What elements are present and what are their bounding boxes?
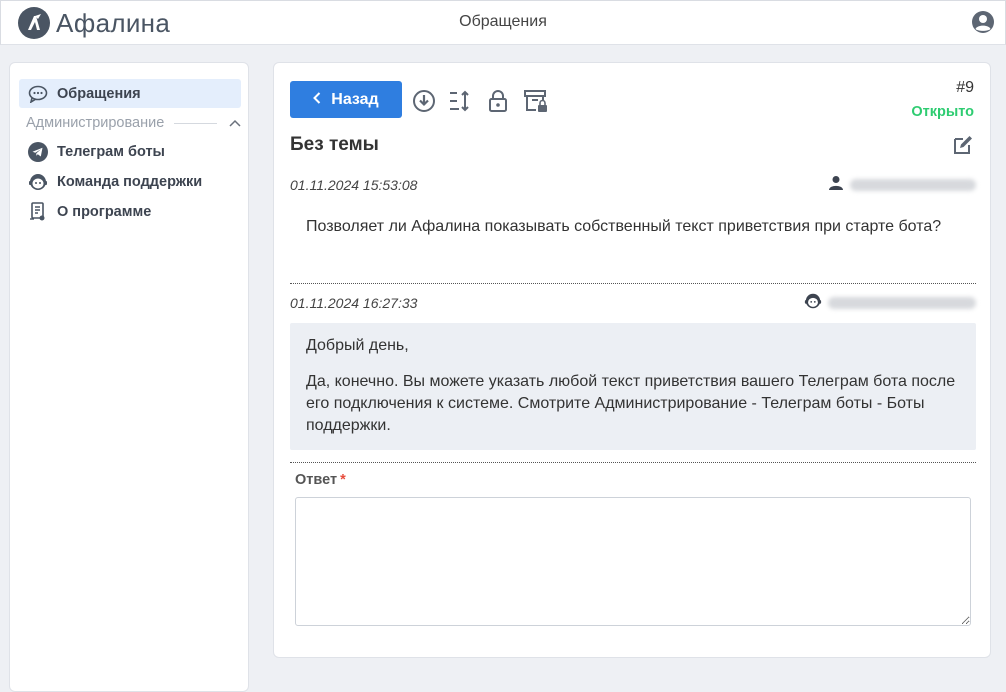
about-document-icon [27,201,49,223]
sidebar-item-label: О программе [57,203,152,220]
back-button-label: Назад [331,90,379,108]
ticket-subject: Без темы [290,134,379,155]
account-icon[interactable] [971,10,995,34]
sidebar-item-support-team[interactable]: Команда поддержки [19,167,241,196]
lock-icon[interactable] [485,88,511,114]
message-author [828,175,976,196]
message-paragraph: Добрый день, [306,337,409,354]
sidebar-item-label: Команда поддержки [57,173,203,190]
chevron-left-icon [313,91,321,109]
sidebar-item-label: Обращения [57,85,141,102]
message-divider [290,462,976,463]
message-date: 01.11.2024 16:27:33 [290,295,418,311]
telegram-icon [27,141,49,163]
sidebar-item-tickets[interactable]: Обращения [19,79,241,108]
archive-lock-icon[interactable] [523,88,549,114]
author-name-redacted [828,297,976,309]
ticket-card: Назад #9 Открыто Без темы 01.11.2024 15:… [273,62,991,658]
section-divider [174,122,217,124]
sidebar-item-label: Телеграм боты [57,143,165,160]
required-mark: * [340,472,346,488]
reply-label-text: Ответ [295,472,338,488]
user-icon [828,175,844,196]
author-name-redacted [850,179,976,191]
message-date: 01.11.2024 15:53:08 [290,177,418,193]
reply-label: Ответ * [295,472,346,488]
ticket-number: #9 [956,79,974,96]
sidebar-section-admin[interactable]: Администрирование [26,113,241,133]
message-divider [290,283,976,284]
sort-icon[interactable] [447,88,473,114]
status-badge: Открыто [911,104,974,120]
edit-icon[interactable] [952,134,974,156]
chevron-up-icon[interactable] [229,115,241,131]
sidebar-item-telegram-bots[interactable]: Телеграм боты [19,137,241,166]
message-paragraph: Да, конечно. Вы можете указать любой тек… [306,373,956,434]
message-author [804,292,976,315]
reply-input[interactable] [295,497,971,626]
download-icon[interactable] [411,88,437,114]
back-button[interactable]: Назад [290,81,402,118]
chat-icon [27,83,49,105]
support-agent-icon [804,292,822,315]
message-text: Позволяет ли Афалина показывать собствен… [306,218,942,235]
message-body: Добрый день, Да, конечно. Вы можете указ… [290,323,976,450]
sidebar-item-about[interactable]: О программе [19,197,241,226]
sidebar: Обращения Администрирование Телеграм бот… [9,62,249,692]
sidebar-section-label: Администрирование [26,115,165,131]
support-agent-icon [27,171,49,193]
message-header: 01.11.2024 16:27:33 [290,293,976,313]
top-bar: Афалина Обращения [0,0,1006,45]
message-header: 01.11.2024 15:53:08 [290,175,976,195]
page-title: Обращения [459,13,547,30]
message-body: Позволяет ли Афалина показывать собствен… [290,207,976,247]
